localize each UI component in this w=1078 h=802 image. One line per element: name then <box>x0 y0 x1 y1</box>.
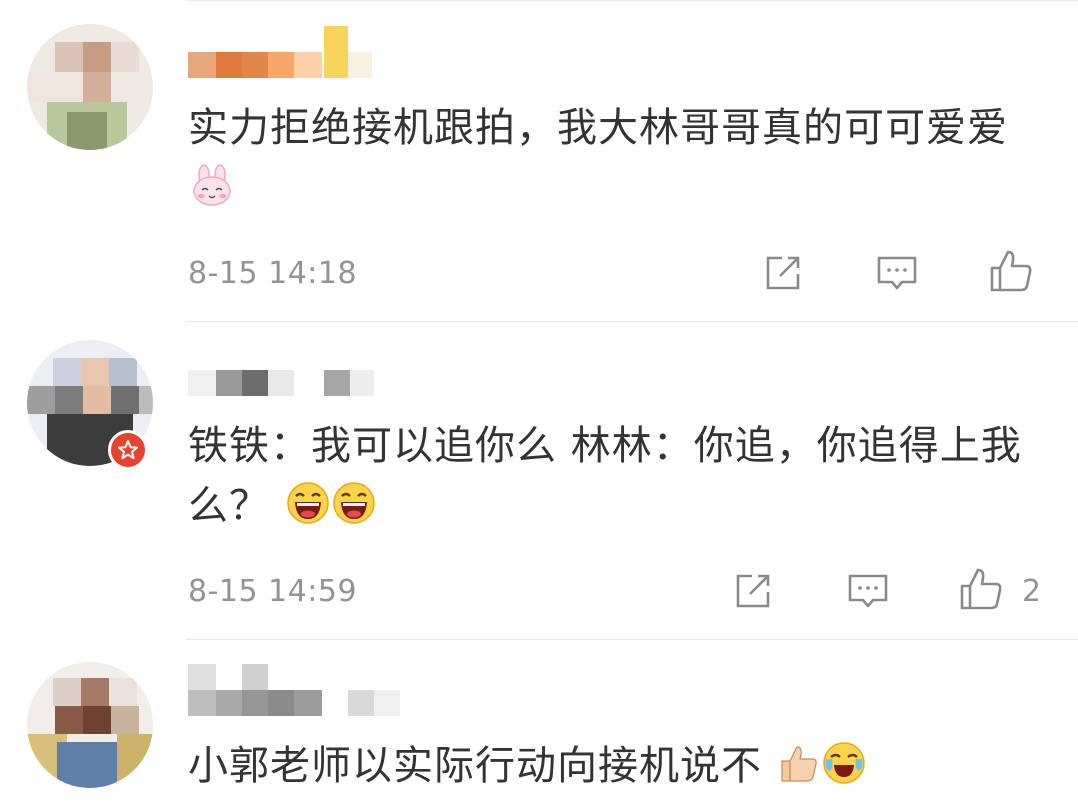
thumbs-up-icon <box>960 568 1002 610</box>
share-icon <box>766 256 800 290</box>
share-button[interactable] <box>758 248 808 298</box>
comment-text-content: 实力拒绝接机跟拍，我大林哥哥真的可可爱爱 <box>188 105 1008 151</box>
reply-button[interactable] <box>872 248 922 298</box>
share-button[interactable] <box>728 566 778 616</box>
username-blurred[interactable] <box>188 26 428 78</box>
laughing-emoji-icon <box>286 481 330 525</box>
username-blurred[interactable] <box>188 370 428 422</box>
share-icon <box>736 574 770 608</box>
comment-icon <box>877 256 917 290</box>
comment-item: 小郭老师以实际行动向接机说不 <box>0 640 1078 798</box>
comment-text: 实力拒绝接机跟拍，我大林哥哥真的可可爱爱 <box>188 98 1048 218</box>
thumbs-up-icon <box>990 250 1032 292</box>
thumbs-up-emoji-icon <box>776 741 820 785</box>
comment-item: 实力拒绝接机跟拍，我大林哥哥真的可可爱爱 8-15 14:18 <box>0 0 1078 322</box>
like-button[interactable] <box>986 246 1036 296</box>
comment-icon <box>848 574 888 608</box>
crying-laughing-emoji-icon <box>822 741 866 785</box>
comment-text: 铁铁：我可以追你么 林林：你追，你追得上我么？ <box>188 416 1048 536</box>
like-count: 2 <box>1022 574 1042 609</box>
avatar[interactable] <box>27 662 153 788</box>
verified-badge <box>108 430 148 470</box>
laughing-emoji-icon <box>332 481 376 525</box>
username-blurred[interactable] <box>188 664 428 716</box>
comment-timestamp: 8-15 14:18 <box>188 256 358 291</box>
like-button[interactable] <box>956 564 1006 614</box>
avatar[interactable] <box>27 24 153 150</box>
star-badge-icon <box>118 440 138 460</box>
comment-text-content: 小郭老师以实际行动向接机说不 <box>188 743 762 789</box>
reply-button[interactable] <box>843 566 893 616</box>
comment-item: 铁铁：我可以追你么 林林：你追，你追得上我么？ 8-15 14:59 2 <box>0 322 1078 640</box>
comment-text: 小郭老师以实际行动向接机说不 <box>188 736 1048 796</box>
comment-timestamp: 8-15 14:59 <box>188 574 358 609</box>
bunny-emoji-icon <box>190 163 234 207</box>
